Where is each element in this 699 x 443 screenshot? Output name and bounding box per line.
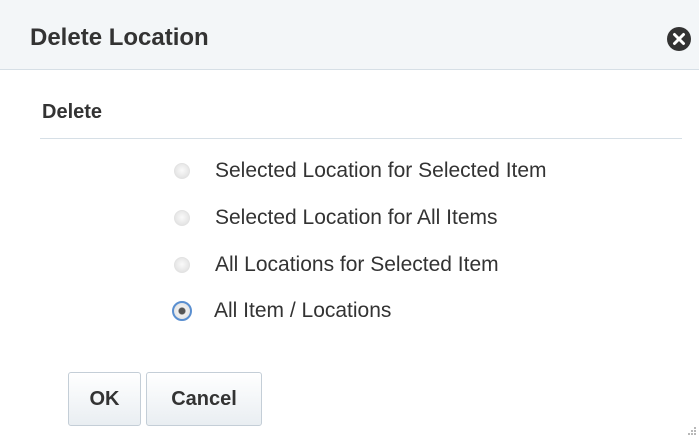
option-label: Selected Location for All Items	[215, 206, 498, 229]
option-all-item-locations[interactable]: All Item / Locations	[172, 296, 392, 326]
option-label: All Item / Locations	[214, 299, 392, 322]
radio-button[interactable]	[174, 257, 190, 273]
dialog-header: Delete Location	[0, 0, 699, 70]
radio-button[interactable]	[174, 210, 190, 226]
cancel-button[interactable]: Cancel	[146, 372, 262, 426]
section-title: Delete	[42, 101, 103, 123]
option-selected-location-all-items[interactable]: Selected Location for All Items	[174, 203, 498, 233]
option-label: Selected Location for Selected Item	[215, 159, 547, 182]
ok-button[interactable]: OK	[68, 372, 141, 426]
delete-location-dialog: Delete Location Delete Selected Location…	[0, 0, 699, 442]
radio-button-selected[interactable]	[172, 301, 192, 321]
option-label: All Locations for Selected Item	[215, 253, 499, 276]
radio-button[interactable]	[174, 163, 190, 179]
option-all-locations-selected-item[interactable]: All Locations for Selected Item	[174, 250, 499, 280]
section-divider	[40, 138, 682, 139]
dialog-title: Delete Location	[30, 24, 209, 51]
option-selected-location-selected-item[interactable]: Selected Location for Selected Item	[174, 156, 547, 186]
resize-grip-icon[interactable]	[683, 424, 697, 438]
close-icon[interactable]	[667, 27, 691, 51]
